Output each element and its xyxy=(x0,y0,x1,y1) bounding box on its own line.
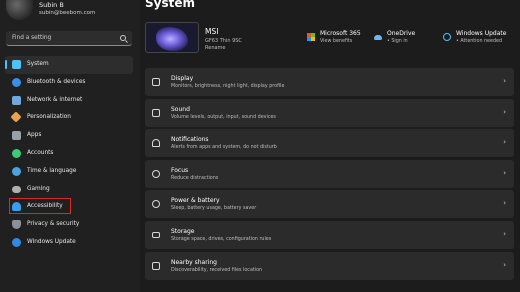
bell-icon xyxy=(152,139,160,148)
chevron-right-icon: › xyxy=(503,168,506,177)
card-title: Storage xyxy=(171,227,195,235)
cloud-icon xyxy=(374,35,382,40)
sidebar-item-system[interactable]: System xyxy=(5,56,133,74)
controller-icon xyxy=(12,185,21,193)
main-content: System MSI GF63 Thin 9SC Rename Microsof… xyxy=(140,0,520,292)
chevron-right-icon: › xyxy=(503,260,506,269)
device-model: GF63 Thin 9SC xyxy=(205,38,242,44)
card-title: Focus xyxy=(171,166,189,174)
card-title: Display xyxy=(171,75,194,82)
setting-card-sound[interactable]: Sound Volume levels, output, input, soun… xyxy=(145,98,514,127)
profile-email: subin@beebom.com xyxy=(39,10,96,16)
power-icon xyxy=(152,200,160,209)
rename-link[interactable]: Rename xyxy=(205,45,226,51)
app-title: OneDrive xyxy=(387,30,416,37)
sidebar-item-label: System xyxy=(27,61,49,67)
setting-card-notifications[interactable]: Notifications Alerts from apps and syste… xyxy=(145,129,514,158)
card-subtitle: Monitors, brightness, night light, displ… xyxy=(171,84,285,89)
sidebar-item-windows-update[interactable]: Windows Update xyxy=(5,234,133,252)
sidebar-item-label: Network & internet xyxy=(27,96,83,103)
setting-card-storage[interactable]: Storage Storage space, drives, configura… xyxy=(145,220,514,249)
card-title: Nearby sharing xyxy=(171,258,217,266)
sidebar-item-label: Time & language xyxy=(27,167,77,174)
update-icon xyxy=(443,33,451,41)
display-icon xyxy=(152,78,160,86)
sidebar-item-network[interactable]: Network & internet xyxy=(5,92,133,110)
speaker-icon xyxy=(152,108,160,117)
sidebar-item-label: Bluetooth & devices xyxy=(27,78,86,85)
sidebar-item-label: Privacy & security xyxy=(27,221,80,228)
wifi-icon xyxy=(12,95,21,105)
card-subtitle: Sleep, battery usage, battery saver xyxy=(171,206,257,212)
setting-card-power-battery[interactable]: Power & battery Sleep, battery usage, ba… xyxy=(145,190,514,219)
app-subtitle: View benefits xyxy=(320,39,353,44)
card-title: Power & battery xyxy=(171,197,220,205)
card-subtitle: Alerts from apps and system, do not dist… xyxy=(171,145,277,151)
chevron-right-icon: › xyxy=(503,107,506,116)
shield-icon xyxy=(12,220,21,230)
sidebar-item-accessibility[interactable]: Accessibility xyxy=(5,198,133,216)
accessibility-icon xyxy=(12,202,21,212)
share-icon xyxy=(152,261,160,270)
setting-card-focus[interactable]: Focus Reduce distractions › xyxy=(145,159,514,188)
page-title: System xyxy=(145,0,195,10)
update-icon xyxy=(12,237,21,247)
chevron-right-icon: › xyxy=(503,138,506,147)
chevron-right-icon: › xyxy=(503,229,506,238)
sidebar-item-time-language[interactable]: Time & language xyxy=(5,163,133,181)
monitor-icon xyxy=(12,60,21,69)
sidebar-item-label: Accounts xyxy=(27,149,54,156)
app-subtitle: • Sign in xyxy=(387,39,408,44)
globe-clock-icon xyxy=(12,166,21,176)
sidebar-nav: System Bluetooth & devices Network & int… xyxy=(5,56,133,252)
person-icon xyxy=(12,148,21,158)
sidebar-item-label: Personalization xyxy=(27,114,71,121)
setting-card-display[interactable]: Display Monitors, brightness, night ligh… xyxy=(145,68,514,96)
storage-icon xyxy=(152,231,160,238)
sidebar-item-label: Gaming xyxy=(27,185,50,192)
card-subtitle: Volume levels, output, input, sound devi… xyxy=(171,114,276,120)
card-subtitle: Discoverability, received files location xyxy=(171,267,263,273)
sidebar-item-label: Windows Update xyxy=(27,238,76,245)
apps-icon xyxy=(12,131,21,141)
brush-icon xyxy=(10,111,22,124)
device-wallpaper-thumbnail xyxy=(145,22,199,53)
search-placeholder: Find a setting xyxy=(12,35,52,41)
sidebar-item-privacy[interactable]: Privacy & security xyxy=(5,216,133,234)
chevron-right-icon: › xyxy=(503,77,506,85)
search-icon xyxy=(120,35,126,41)
avatar xyxy=(6,0,33,20)
search-input[interactable]: Find a setting xyxy=(6,31,132,46)
user-profile[interactable]: Subin B subin@beebom.com xyxy=(6,0,138,22)
app-title: Windows Update xyxy=(456,30,507,37)
focus-icon xyxy=(152,169,160,178)
bluetooth-icon xyxy=(12,77,21,87)
card-subtitle: Storage space, drives, configuration rul… xyxy=(171,236,272,242)
sidebar-item-bluetooth[interactable]: Bluetooth & devices xyxy=(5,74,133,92)
device-name: MSI xyxy=(205,27,219,36)
chevron-right-icon: › xyxy=(503,199,506,208)
sidebar-item-personalization[interactable]: Personalization xyxy=(5,109,133,127)
app-subtitle: • Attention needed xyxy=(456,39,503,44)
settings-list: Display Monitors, brightness, night ligh… xyxy=(145,68,514,282)
card-title: Notifications xyxy=(171,136,209,144)
sidebar-item-label: Accessibility xyxy=(27,203,63,210)
card-subtitle: Reduce distractions xyxy=(171,175,219,181)
setting-card-nearby-sharing[interactable]: Nearby sharing Discoverability, received… xyxy=(145,251,514,280)
sidebar-item-apps[interactable]: Apps xyxy=(5,127,133,145)
profile-name: Subin B xyxy=(39,1,64,9)
sidebar-item-label: Apps xyxy=(27,132,42,139)
card-title: Sound xyxy=(171,105,190,113)
sidebar-item-gaming[interactable]: Gaming xyxy=(5,181,133,199)
microsoft-logo-icon xyxy=(307,33,315,41)
sidebar: Subin B subin@beebom.com Find a setting … xyxy=(0,0,140,292)
app-title: Microsoft 365 xyxy=(320,30,361,37)
sidebar-item-accounts[interactable]: Accounts xyxy=(5,145,133,163)
